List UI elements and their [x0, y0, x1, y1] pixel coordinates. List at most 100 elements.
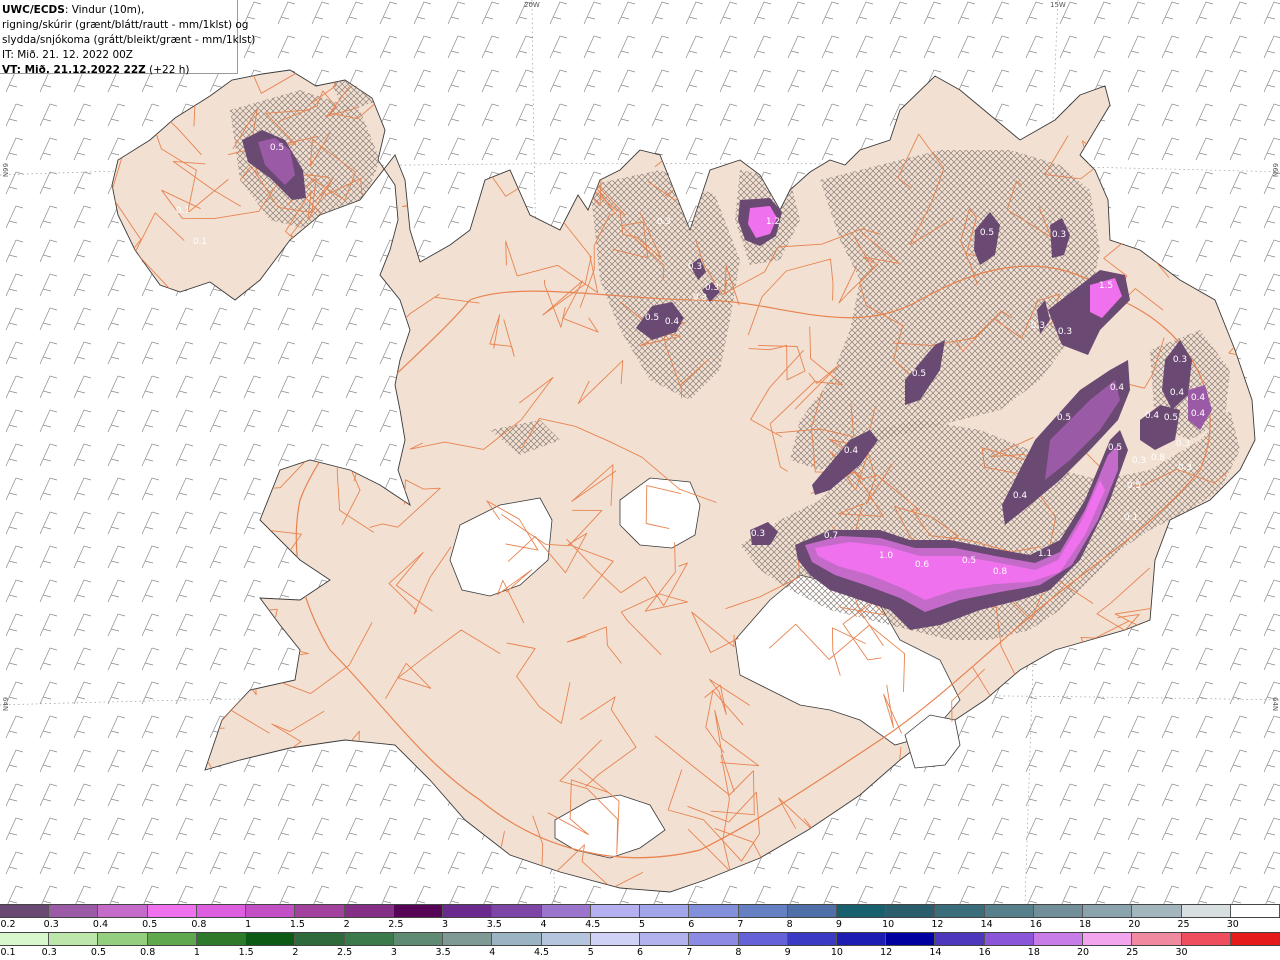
- wind-barb: [175, 681, 194, 705]
- wind-barb: [617, 103, 636, 127]
- wind-barb: [277, 35, 296, 59]
- wind-barb: [379, 783, 398, 807]
- wind-barb: [857, 885, 874, 904]
- legend-value: 16: [1029, 919, 1042, 930]
- wind-barb: [959, 885, 976, 904]
- wind-barb: [39, 613, 58, 637]
- wind-barb: [311, 817, 330, 841]
- wind-barb: [73, 443, 92, 467]
- wind-barb: [991, 851, 1010, 875]
- legend-value: 4: [489, 947, 496, 958]
- precip-value-label: 0.3: [1058, 327, 1072, 337]
- legend-value: 2.5: [388, 919, 404, 930]
- wind-barb: [1161, 35, 1180, 59]
- legend-value: 0.2: [0, 919, 16, 930]
- wind-barb: [379, 851, 398, 875]
- wind-barb: [39, 715, 58, 739]
- wind-barb: [141, 511, 160, 535]
- wind-barb: [1229, 647, 1248, 671]
- wind-barb: [1263, 239, 1280, 263]
- wind-barb: [109, 885, 126, 904]
- legend-swatch: [492, 933, 542, 945]
- wind-barb: [1127, 749, 1146, 773]
- wind-barb: [1263, 69, 1280, 93]
- precip-value-label: 0.3: [1132, 456, 1146, 466]
- wind-barb: [175, 647, 194, 671]
- snow-legend: 0.2 0.3 0.4 0.5 0.8 1 1.5 2 2.5 3 3.5 4 4.5 5 6 7 8 9 10 12…: [0, 904, 1280, 932]
- wind-barb: [1127, 69, 1146, 93]
- rain-legend-labels: 0.1 0.3 0.5 0.8 1 1.5 2 2.5 3 3.5 4 4.5 5 6 7 8 9 10 12 14 1…: [0, 947, 1280, 959]
- wind-barb: [209, 409, 228, 433]
- road: [296, 757, 381, 821]
- wind-barb: [379, 103, 398, 127]
- legend-value: 20: [1077, 947, 1090, 958]
- wind-barb: [1263, 307, 1280, 331]
- wind-barb: [787, 851, 806, 875]
- wind-barb: [73, 477, 92, 501]
- wind-barb: [549, 103, 568, 127]
- wind-barb: [243, 375, 262, 399]
- legend-value: 7: [686, 947, 693, 958]
- wind-barb: [787, 137, 806, 161]
- wind-barb: [1059, 817, 1078, 841]
- lat-label-66n: 66N: [1, 163, 9, 178]
- wind-barb: [1127, 35, 1146, 59]
- wind-barb: [1161, 579, 1180, 603]
- wind-barb: [379, 205, 398, 229]
- wind-barb: [209, 579, 228, 603]
- wind-barb: [923, 35, 942, 59]
- wind-barb: [107, 409, 126, 433]
- wind-barb: [721, 885, 738, 904]
- wind-barb: [107, 579, 126, 603]
- legend-value: 1.5: [289, 919, 305, 930]
- wind-barb: [1263, 851, 1280, 875]
- wind-barb: [481, 103, 500, 127]
- road: [132, 455, 189, 480]
- wind-barb: [5, 137, 24, 161]
- wind-barb: [481, 851, 500, 875]
- wind-barb: [141, 545, 160, 569]
- wind-barb: [209, 647, 228, 671]
- parameter-wind: : Vindur (10m),: [64, 4, 145, 16]
- wind-barb: [277, 749, 296, 773]
- road: [898, 825, 973, 869]
- wind-barb: [345, 239, 364, 263]
- road: [1119, 794, 1205, 838]
- wind-barb: [243, 511, 262, 535]
- wind-barb: [889, 1, 908, 25]
- wind-barb: [39, 375, 58, 399]
- wind-barb: [1263, 35, 1280, 59]
- wind-barb: [1059, 647, 1078, 671]
- wind-barb: [1195, 647, 1214, 671]
- precip-value-label: 0.8: [1151, 453, 1166, 463]
- legend-swatch: [836, 933, 887, 945]
- snow-description: slydda/snjókoma (grátt/bleikt/grænt - mm…: [2, 34, 256, 46]
- wind-barb: [73, 681, 92, 705]
- wind-barb: [685, 103, 704, 127]
- wind-barb: [1127, 171, 1146, 195]
- wind-barb: [1229, 103, 1248, 127]
- wind-barb: [1025, 1, 1044, 25]
- weather-map[interactable]: 0.5 0.1 0.1 0.3 1.2 0.5 0.3 0.3 0.3 0.3 0.5 0.4 0.3 0…: [0, 0, 1280, 904]
- wind-barb: [957, 749, 976, 773]
- wind-barb: [1231, 885, 1248, 904]
- wind-barb: [1229, 273, 1248, 297]
- wind-barb: [107, 443, 126, 467]
- wind-barb: [753, 103, 772, 127]
- wind-barb: [1263, 1, 1280, 25]
- wind-barb: [177, 885, 194, 904]
- wind-barb: [1027, 885, 1044, 904]
- wind-barb: [1195, 171, 1214, 195]
- legend-swatch: [886, 905, 936, 917]
- wind-barb: [787, 103, 806, 127]
- wind-barb: [719, 69, 738, 93]
- wind-barb: [515, 137, 534, 161]
- wind-barb: [311, 239, 330, 263]
- wind-barb: [379, 35, 398, 59]
- wind-barb: [1195, 35, 1214, 59]
- wind-barb: [719, 137, 738, 161]
- legend-value: 3: [442, 919, 449, 930]
- legend-swatch: [0, 933, 50, 945]
- wind-barb: [753, 1, 772, 25]
- wind-barb: [517, 885, 534, 904]
